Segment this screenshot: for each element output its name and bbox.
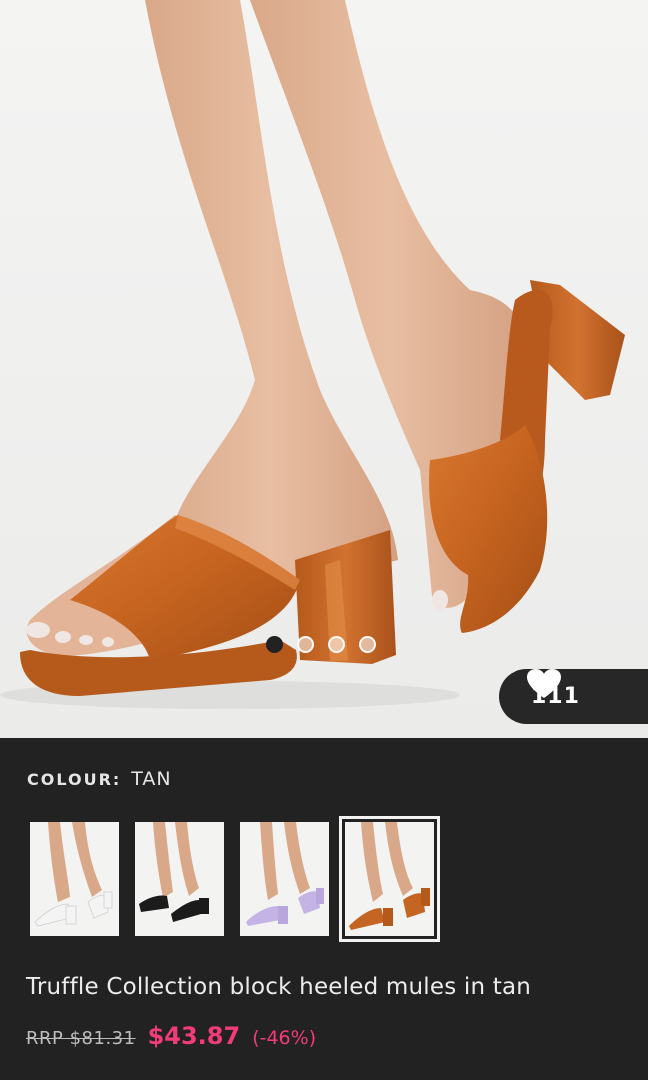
like-button[interactable]: 111 xyxy=(499,669,648,724)
colour-value: TAN xyxy=(131,768,172,790)
rrp-price: RRP $81.31 xyxy=(26,1028,136,1049)
variant-thumb-tan[interactable] xyxy=(339,816,440,942)
carousel-dot[interactable] xyxy=(328,636,345,653)
discount-badge: (-46%) xyxy=(252,1027,317,1049)
carousel-dot[interactable] xyxy=(359,636,376,653)
product-image[interactable]: 111 xyxy=(0,0,648,738)
colour-label: COLOUR: xyxy=(27,770,122,789)
colour-row: COLOUR: TAN xyxy=(27,768,172,790)
carousel-dot[interactable] xyxy=(297,636,314,653)
sale-price: $43.87 xyxy=(147,1022,241,1050)
variant-image xyxy=(246,822,324,926)
variant-thumb-black[interactable] xyxy=(135,822,224,936)
variant-thumb-white[interactable] xyxy=(30,822,119,936)
product-photo xyxy=(0,0,625,709)
price-row: RRP $81.31 $43.87 (-46%) xyxy=(26,1022,316,1050)
product-title: Truffle Collection block heeled mules in… xyxy=(26,974,532,1000)
variant-image xyxy=(139,822,209,922)
carousel-dot[interactable] xyxy=(266,636,283,653)
variant-image xyxy=(349,822,430,930)
carousel-dots xyxy=(266,636,376,653)
heart-icon xyxy=(527,669,561,698)
variant-image xyxy=(34,822,113,927)
variant-thumb-lilac[interactable] xyxy=(240,822,329,936)
colour-variants xyxy=(30,816,440,942)
product-info-panel: COLOUR: TAN Truffle Collection block hee… xyxy=(0,738,648,1080)
